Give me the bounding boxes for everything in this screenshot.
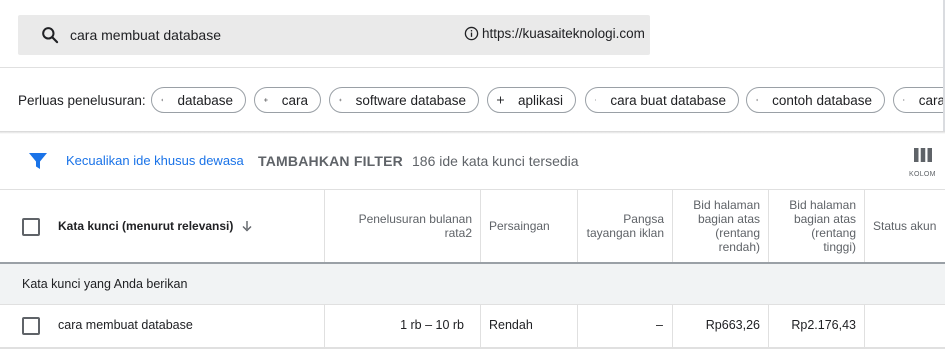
col-header-line: (rentang: [811, 226, 856, 240]
col-header-line: tinggi): [823, 240, 856, 254]
column-divider: [577, 305, 578, 349]
row-bid-low: Rp663,26: [705, 318, 760, 332]
chip-contoh-database[interactable]: contoh database: [746, 87, 885, 113]
col-header-line: bagian atas: [793, 212, 856, 226]
col-header-line: (rentang: [715, 226, 760, 240]
col-header-line: Bid halaman: [693, 198, 760, 212]
col-header-line: Pangsa: [623, 212, 664, 226]
chip-cara[interactable]: cara: [254, 87, 321, 113]
group-label: Kata kunci yang Anda berikan: [22, 277, 188, 291]
col-header-monthly-searches[interactable]: Penelusuran bulanan rata2: [326, 212, 472, 240]
col-header-line: Bid halaman: [789, 198, 856, 212]
col-header-keyword-label: Kata kunci (menurut relevansi): [58, 219, 234, 233]
column-divider: [324, 305, 325, 349]
divider: [0, 67, 945, 68]
plus-icon: [756, 98, 759, 102]
column-divider: [672, 190, 673, 262]
plus-icon: [497, 96, 504, 104]
column-divider: [864, 305, 865, 349]
columns-label[interactable]: KOLOM: [909, 171, 936, 178]
col-header-bid-high[interactable]: Bid halaman bagian atas (rentang tinggi): [771, 198, 856, 254]
column-divider: [864, 190, 865, 262]
row-keyword[interactable]: cara membuat database: [58, 318, 193, 332]
column-divider: [577, 190, 578, 262]
col-header-line: bagian atas: [697, 212, 760, 226]
select-all-checkbox[interactable]: [22, 218, 40, 236]
col-header-line: rata2: [444, 226, 472, 240]
sort-down-arrow-icon: [242, 221, 252, 232]
table-header-border: [0, 189, 945, 190]
column-divider: [480, 190, 481, 262]
chip-label: cara buat database: [610, 92, 726, 108]
column-divider: [480, 305, 481, 349]
chip-label: aplikasi: [517, 92, 563, 108]
chip-cara-buat-database[interactable]: cara buat database: [585, 87, 739, 113]
chip-label: contoh database: [772, 92, 872, 108]
column-divider: [768, 190, 769, 262]
plus-icon: [339, 98, 342, 102]
col-header-keyword[interactable]: Kata kunci (menurut relevansi): [58, 219, 253, 233]
idea-count: 186 ide kata kunci tersedia: [412, 153, 579, 169]
column-divider: [768, 305, 769, 349]
add-filter-button[interactable]: TAMBAHKAN FILTER: [258, 153, 403, 169]
site-url: https://kuasaiteknologi.com: [464, 26, 645, 41]
chip-label: database: [177, 92, 233, 108]
column-divider: [324, 190, 325, 262]
row-competition: Rendah: [489, 318, 533, 332]
search-query[interactable]: cara membuat database: [70, 27, 221, 43]
chip-label: cara: [281, 92, 308, 108]
chip-label: cara: [918, 92, 945, 108]
chip-aplikasi[interactable]: aplikasi: [487, 87, 576, 113]
col-header-line: rendah): [718, 240, 760, 254]
plus-icon: [903, 99, 905, 101]
column-divider: [672, 305, 673, 349]
plus-icon: [264, 98, 268, 102]
search-bar[interactable]: cara membuat database https://kuasaitekn…: [18, 15, 650, 55]
exclude-adult-ideas-link[interactable]: Kecualikan ide khusus dewasa: [66, 153, 244, 168]
row-monthly-searches: 1 rb – 10 rb: [400, 318, 464, 332]
plus-icon: [595, 99, 597, 101]
expand-search-label: Perluas penelusuran:: [18, 93, 146, 108]
chip-database[interactable]: database: [151, 87, 246, 113]
col-header-competition[interactable]: Persaingan: [489, 219, 550, 233]
row-checkbox[interactable]: [22, 317, 40, 335]
col-header-line: Penelusuran bulanan: [358, 212, 472, 226]
chip-cara-2[interactable]: cara: [893, 87, 945, 113]
plus-icon: [161, 98, 164, 102]
row-bid-high: Rp2.176,43: [791, 318, 856, 332]
row-impression-share: –: [656, 318, 663, 332]
col-header-line: tayangan iklan: [586, 226, 664, 240]
filter-icon[interactable]: [28, 152, 48, 170]
chip-label: software database: [355, 92, 466, 108]
chip-software-database[interactable]: software database: [329, 87, 479, 113]
row-divider: [0, 304, 945, 305]
search-icon: [42, 27, 59, 44]
info-icon: [464, 26, 479, 41]
columns-icon[interactable]: [914, 148, 932, 162]
site-url-text: https://kuasaiteknologi.com: [482, 26, 645, 41]
section-shadow: [0, 131, 945, 134]
col-header-account-status[interactable]: Status akun: [873, 219, 936, 233]
col-header-impression-share[interactable]: Pangsa tayangan iklan: [580, 212, 664, 240]
col-header-bid-low[interactable]: Bid halaman bagian atas (rentang rendah): [675, 198, 760, 254]
